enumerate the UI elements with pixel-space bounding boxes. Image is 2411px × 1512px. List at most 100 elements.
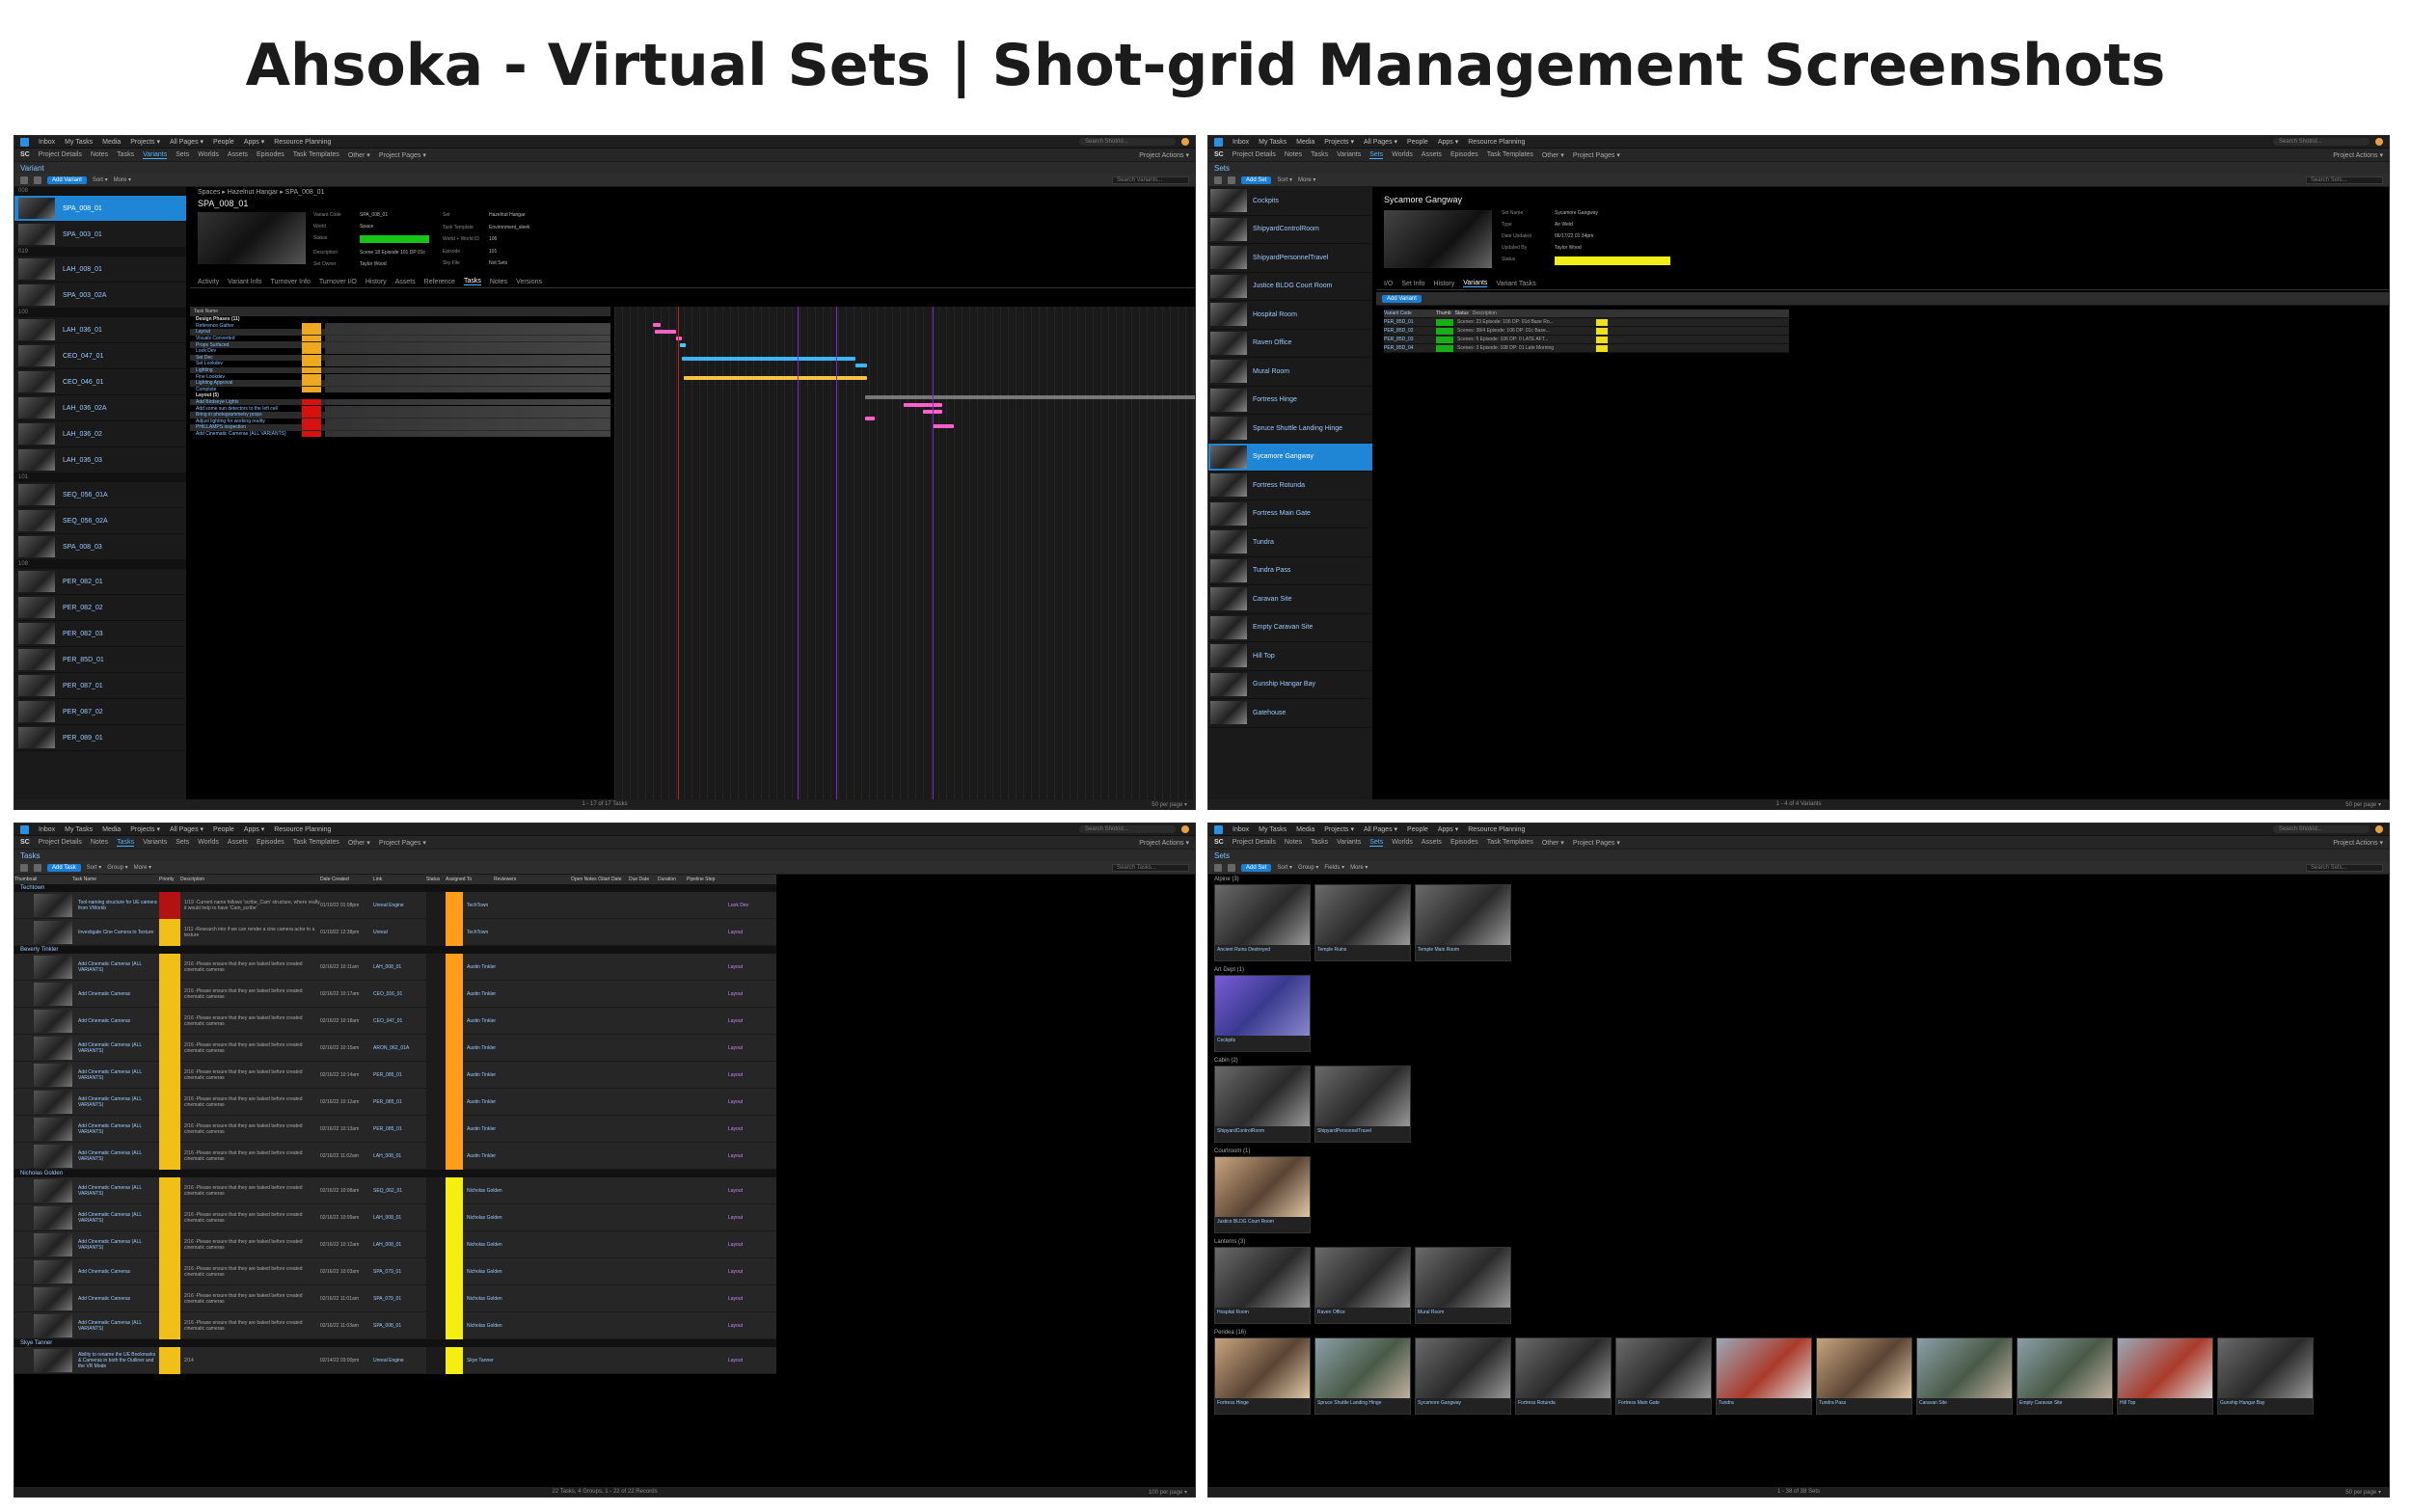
project-nav-item[interactable]: Assets <box>1422 151 1442 158</box>
project-actions-menu[interactable]: Project Actions ▾ <box>2333 151 2383 159</box>
assigned-to[interactable]: TechTown <box>463 903 511 908</box>
task-name[interactable]: Bring in photogrammetry props <box>196 412 302 418</box>
status-badge[interactable] <box>446 1007 463 1035</box>
project-nav-item-tasks[interactable]: Tasks <box>117 839 135 847</box>
project-nav-item[interactable]: Sets <box>176 151 189 158</box>
set-name[interactable]: Tundra <box>1717 1398 1811 1408</box>
list-item[interactable]: LAH_036_03 <box>14 447 186 473</box>
task-name[interactable]: Add Cinematic Cameras (ALL VARIANTS) <box>72 961 159 973</box>
set-card[interactable]: Sycamore Gangway <box>1415 1337 1511 1415</box>
set-thumbnail[interactable] <box>2218 1338 2313 1398</box>
column-header[interactable]: Thumbnail <box>14 877 72 882</box>
set-name[interactable]: Tundra Pass <box>1817 1398 1911 1408</box>
list-item[interactable]: Empty Caravan Site <box>1208 614 1372 642</box>
nav-item[interactable]: All Pages ▾ <box>1364 825 1397 833</box>
nav-item[interactable]: Projects ▾ <box>130 138 160 146</box>
project-nav-item[interactable]: Notes <box>1285 839 1302 846</box>
table-row[interactable]: Add Cinematic Cameras 2/16 -Please ensure… <box>14 980 776 1008</box>
project-nav-item[interactable]: Project Details <box>1233 151 1276 158</box>
task-link[interactable]: SPA_079_01 <box>373 1296 426 1302</box>
add-set-button[interactable]: Add Set <box>1241 863 1272 872</box>
nav-item[interactable]: Apps ▾ <box>244 138 264 146</box>
task-row[interactable]: Adjust lighting for working reality <box>190 418 610 425</box>
nav-item[interactable]: My Tasks <box>65 826 93 833</box>
task-row[interactable]: Lighting <box>190 366 610 374</box>
nav-item[interactable]: My Tasks <box>65 139 93 146</box>
list-item[interactable]: Gatehouse <box>1208 699 1372 728</box>
project-nav-item[interactable]: Notes <box>1285 151 1302 158</box>
project-nav-item[interactable]: Variants <box>1337 839 1361 846</box>
task-row[interactable]: Add some sun detectors to the left cell <box>190 405 610 412</box>
task-row[interactable]: PHILLAMPS inspection <box>190 424 610 431</box>
task-name[interactable]: Add Cinematic Cameras (ALL VARIANTS) <box>72 1069 159 1081</box>
table-row[interactable]: Add Cinematic Cameras (ALL VARIANTS) 2/16… <box>14 953 776 981</box>
assigned-to[interactable]: Austin Tinkler <box>463 1045 511 1051</box>
nav-item[interactable]: Projects ▾ <box>1324 138 1354 146</box>
project-nav-item[interactable]: Task Templates <box>1487 839 1533 846</box>
assigned-to[interactable]: TechTown <box>463 930 511 935</box>
group-header[interactable]: Nicholas Golden <box>14 1170 776 1177</box>
task-link[interactable]: PER_085_01 <box>373 1099 426 1105</box>
set-name[interactable]: ShipyardPersonnelTravel <box>1315 1126 1410 1136</box>
list-item[interactable]: Justice BLDG Court Room <box>1208 273 1372 301</box>
assigned-to[interactable]: Nicholas Golden <box>463 1269 511 1275</box>
more-menu[interactable]: More ▾ <box>1350 864 1368 871</box>
assigned-to[interactable]: Austin Tinkler <box>463 1099 511 1105</box>
nav-item[interactable]: People <box>1407 139 1428 146</box>
gantt-bar[interactable] <box>655 330 676 334</box>
task-name[interactable]: Add Cinematic Cameras (ALL VARIANTS) <box>72 1239 159 1251</box>
task-group-header[interactable]: Layout (5) <box>190 392 610 399</box>
nav-item[interactable]: Media <box>1296 826 1314 833</box>
search-input[interactable]: Search Tasks... <box>1112 863 1189 872</box>
set-thumbnail[interactable] <box>1315 885 1410 945</box>
table-row[interactable]: Ability to rename the UE Bookmarks & Cam… <box>14 1346 776 1374</box>
nav-item[interactable]: Projects ▾ <box>1324 825 1354 833</box>
nav-item[interactable]: Inbox <box>1233 139 1249 146</box>
add-variant-button[interactable]: Add Variant <box>47 176 87 184</box>
set-card[interactable]: Fortress Main Gate <box>1615 1337 1712 1415</box>
per-page-select[interactable]: 50 per page ▾ <box>2345 801 2381 808</box>
set-card[interactable]: ShipyardPersonnelTravel <box>1314 1066 1411 1143</box>
task-name[interactable]: Lighting Approval <box>196 380 302 386</box>
set-card[interactable]: Gunship Hangar Bay <box>2217 1337 2314 1415</box>
list-item[interactable]: PER_082_03 <box>14 621 186 647</box>
project-actions-menu[interactable]: Project Actions ▾ <box>2333 839 2383 847</box>
status-badge[interactable] <box>446 1346 463 1374</box>
group-header[interactable]: Beverly Tinkler <box>14 946 776 954</box>
task-name[interactable]: Add Cinematic Cameras <box>72 1018 159 1024</box>
tab-history[interactable]: History <box>366 279 387 285</box>
shotgrid-logo-icon[interactable] <box>1214 137 1223 147</box>
nav-item[interactable]: Resource Planning <box>1468 139 1525 146</box>
field-value[interactable]: Taylor Wood <box>360 261 429 270</box>
list-group-header[interactable]: 008 <box>14 187 186 196</box>
grid-view-icon[interactable] <box>1228 176 1235 184</box>
tab-history[interactable]: History <box>1433 281 1454 287</box>
task-row[interactable]: Visuals Converted <box>190 336 610 342</box>
list-item[interactable]: SPA_008_01 <box>14 196 186 222</box>
search-input[interactable]: Search Sets... <box>2306 863 2383 872</box>
gantt-chart[interactable] <box>614 307 1195 799</box>
set-thumbnail[interactable] <box>1384 210 1492 268</box>
nav-item[interactable]: Resource Planning <box>274 139 331 146</box>
column-header[interactable]: Description <box>1473 310 1608 316</box>
project-nav-item[interactable]: Other ▾ <box>348 151 370 159</box>
project-nav-item[interactable]: Episodes <box>1450 839 1478 846</box>
task-row[interactable]: Fine Lookdev <box>190 373 610 380</box>
field-value[interactable]: Sycamore Gangway <box>1555 210 1670 219</box>
task-name[interactable]: Add Birdseye Lights <box>196 399 302 405</box>
list-item[interactable]: PER_85D_01 <box>14 647 186 673</box>
nav-item[interactable]: Resource Planning <box>274 826 331 833</box>
project-nav-item-sets[interactable]: Sets <box>1369 839 1384 847</box>
set-name[interactable]: Fortress Main Gate <box>1616 1398 1711 1408</box>
list-item[interactable]: PER_082_01 <box>14 569 186 595</box>
list-item[interactable]: PER_082_02 <box>14 595 186 621</box>
project-actions-menu[interactable]: Project Actions ▾ <box>1139 151 1189 159</box>
project-code[interactable]: SC <box>1214 151 1224 158</box>
status-badge[interactable] <box>446 1311 463 1339</box>
task-link[interactable]: LAH_008_01 <box>373 1153 426 1159</box>
set-card[interactable]: Temple Ruins <box>1314 884 1411 961</box>
task-row[interactable]: Lighting Approval <box>190 379 610 387</box>
project-nav-item[interactable]: Assets <box>1422 839 1442 846</box>
nav-item[interactable]: My Tasks <box>1259 826 1287 833</box>
per-page-select[interactable]: 100 per page ▾ <box>1149 1489 1187 1496</box>
